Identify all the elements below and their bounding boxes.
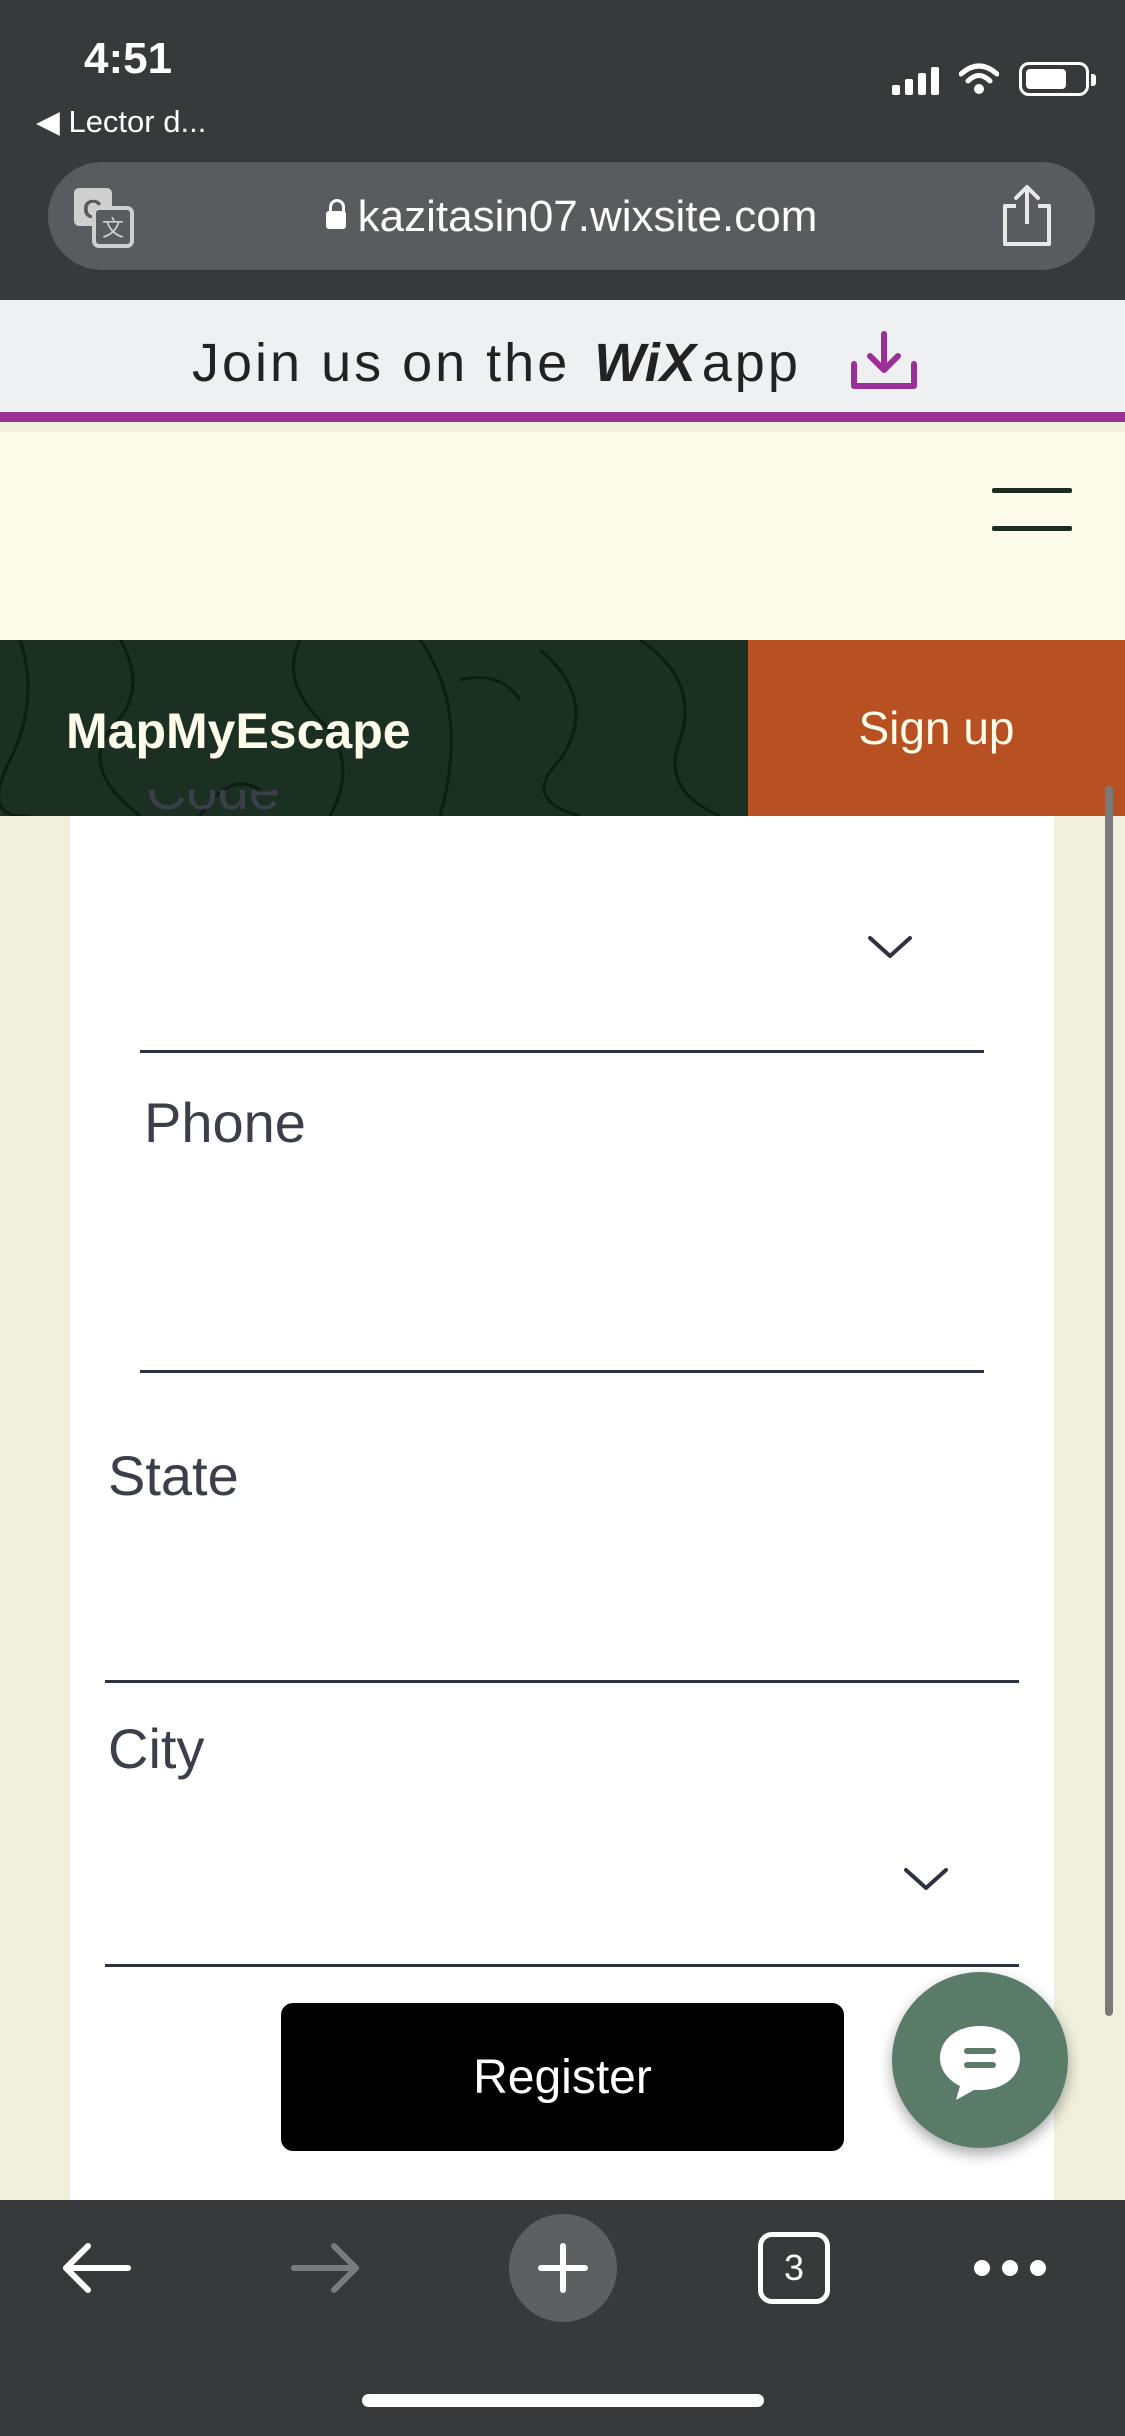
back-to-app-link[interactable]: ◀ Lector d... (36, 104, 206, 140)
url-label: kazitasin07.wixsite.com (357, 192, 818, 241)
brand-name[interactable]: MapMyEscape (66, 702, 411, 760)
battery-icon (1019, 62, 1096, 96)
forward-arrow-icon[interactable] (290, 2240, 364, 2296)
address-bar[interactable]: G 文 kazitasin07.wixsite.com (48, 162, 1095, 270)
city-label: City (108, 1717, 205, 1780)
code-field-label: Code (146, 790, 280, 816)
site-header (0, 432, 1125, 640)
back-arrow-icon[interactable] (58, 2240, 132, 2296)
wix-banner-text: Join us on the WiX app (192, 332, 801, 394)
new-tab-button[interactable] (509, 2214, 617, 2322)
signup-button[interactable]: Sign up (748, 640, 1125, 816)
url-text: kazitasin07.wixsite.com (48, 192, 1095, 242)
city-field-underline (105, 1964, 1019, 1967)
lock-icon (325, 199, 346, 229)
chevron-down-icon[interactable] (866, 932, 914, 962)
wix-banner-prefix: Join us on the (192, 333, 571, 393)
registration-form (70, 816, 1054, 2200)
wix-app-banner[interactable]: Join us on the WiX app (0, 300, 1125, 422)
chevron-down-icon[interactable] (902, 1864, 950, 1894)
wix-banner-suffix: app (701, 333, 801, 393)
chat-button[interactable] (892, 1972, 1068, 2148)
state-input[interactable] (105, 1520, 1019, 1680)
system-icons (892, 62, 1096, 96)
menu-icon[interactable] (992, 478, 1072, 538)
tabs-button[interactable]: 3 (758, 2232, 830, 2304)
wix-logo: WiX (594, 333, 696, 393)
phone-field-underline (140, 1370, 984, 1373)
share-icon[interactable] (999, 184, 1055, 248)
city-select[interactable] (105, 1800, 1019, 1964)
home-indicator[interactable] (362, 2394, 764, 2407)
browser-chrome: 4:51 ◀ Lector d... G 文 kazitasin07.wixsi… (0, 0, 1125, 300)
chat-icon (940, 2026, 1020, 2100)
download-icon[interactable] (848, 330, 920, 392)
plus-icon (538, 2243, 588, 2293)
code-field-underline (140, 1050, 984, 1053)
register-button[interactable]: Register (281, 2003, 844, 2151)
scrollbar[interactable] (1105, 786, 1113, 2016)
signal-icon (892, 63, 939, 95)
more-options-icon[interactable] (974, 2260, 1046, 2276)
state-field-underline (105, 1680, 1019, 1683)
phone-label: Phone (144, 1091, 306, 1154)
phone-input[interactable] (140, 1170, 984, 1370)
brand-panel: MapMyEscape (0, 640, 748, 816)
wifi-icon (959, 63, 999, 94)
state-label: State (108, 1444, 239, 1507)
status-time: 4:51 (84, 34, 173, 83)
